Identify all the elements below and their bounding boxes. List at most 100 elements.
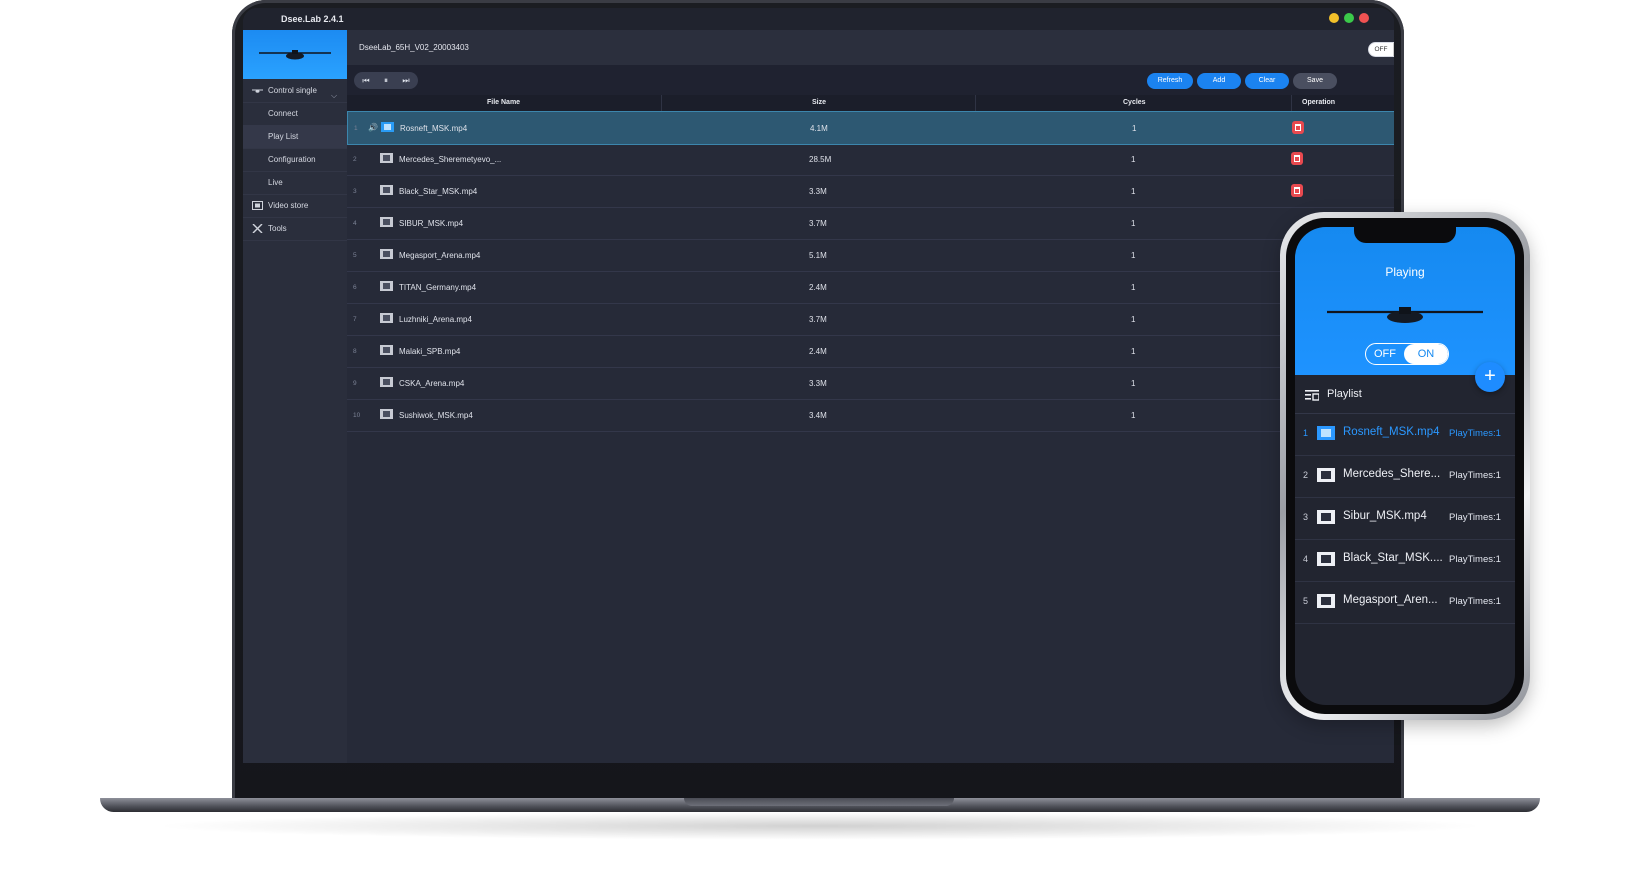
column-divider <box>975 95 976 111</box>
delete-icon[interactable] <box>1291 184 1303 197</box>
table-row[interactable]: 9 CSKA_Arena.mp4 3.3M 1 <box>347 367 1394 400</box>
file-size: 28.5M <box>809 155 832 164</box>
table-row[interactable]: 1 🔊 Rosneft_MSK.mp4 4.1M 1 <box>347 111 1394 145</box>
pause-icon[interactable]: ⏸ <box>380 75 392 86</box>
file-name: Megasport_Arena.mp4 <box>399 251 481 260</box>
table-row[interactable]: 2 Mercedes_Sheremetyevo_... 28.5M 1 <box>347 143 1394 176</box>
row-index: 2 <box>353 156 357 163</box>
toolbar: ⏮ ⏸ ⏭ Refresh Add Clear Save <box>347 65 1394 95</box>
row-index: 8 <box>353 348 357 355</box>
sidebar-item-label: Live <box>268 178 283 187</box>
row-index: 3 <box>353 188 357 195</box>
file-cycles: 1 <box>1131 251 1136 260</box>
file-cycles: 1 <box>1131 283 1136 292</box>
clear-button[interactable]: Clear <box>1245 73 1289 89</box>
close-button[interactable] <box>1359 13 1369 23</box>
video-file-icon <box>380 409 393 419</box>
playlist-title: Playlist <box>1327 388 1362 400</box>
save-button[interactable]: Save <box>1293 73 1337 89</box>
file-size: 3.4M <box>809 411 827 420</box>
file-name: Rosneft_MSK.mp4 <box>400 124 468 133</box>
item-index: 1 <box>1303 428 1309 438</box>
sidebar-item-play-list[interactable]: Play List <box>243 125 347 149</box>
video-file-icon <box>1317 552 1335 566</box>
video-file-icon <box>1317 426 1335 440</box>
table-row[interactable]: 10 Sushiwok_MSK.mp4 3.4M 1 <box>347 399 1394 432</box>
row-index: 5 <box>353 252 357 259</box>
list-item[interactable]: 3 Sibur_MSK.mp4 PlayTimes:1 <box>1295 497 1515 540</box>
file-cycles: 1 <box>1131 315 1136 324</box>
video-file-icon <box>380 217 393 227</box>
list-item[interactable]: 1 Rosneft_MSK.mp4 PlayTimes:1 <box>1295 413 1515 456</box>
item-name: Mercedes_Shere... <box>1343 468 1441 480</box>
list-item[interactable]: 2 Mercedes_Shere... PlayTimes:1 <box>1295 455 1515 498</box>
row-index: 6 <box>353 284 357 291</box>
file-cycles: 1 <box>1131 379 1136 388</box>
title-bar: Dsee.Lab 2.4.1 <box>243 8 1394 30</box>
power-toggle[interactable]: OFF ON <box>1365 343 1449 365</box>
minimize-button[interactable] <box>1329 13 1339 23</box>
phone-notch <box>1354 225 1456 243</box>
item-name: Megasport_Aren... <box>1343 594 1438 606</box>
item-play-times: PlayTimes:1 <box>1449 512 1501 523</box>
file-size: 2.4M <box>809 283 827 292</box>
table-row[interactable]: 4 SIBUR_MSK.mp4 3.7M 1 <box>347 207 1394 240</box>
item-play-times: PlayTimes:1 <box>1449 428 1501 439</box>
file-cycles: 1 <box>1131 155 1136 164</box>
file-size: 3.3M <box>809 187 827 196</box>
sidebar-item-label: Video store <box>268 201 309 210</box>
laptop-hinge-notch <box>684 798 954 806</box>
file-name: Sushiwok_MSK.mp4 <box>399 411 473 420</box>
sidebar-item-live[interactable]: Live <box>243 171 347 195</box>
laptop-shadow <box>150 812 1490 840</box>
table-row[interactable]: 5 Megasport_Arena.mp4 5.1M 1 <box>347 239 1394 272</box>
file-name: Black_Star_MSK.mp4 <box>399 187 478 196</box>
list-item[interactable]: 5 Megasport_Aren... PlayTimes:1 <box>1295 581 1515 624</box>
row-index: 4 <box>353 220 357 227</box>
file-cycles: 1 <box>1131 219 1136 228</box>
sidebar-item-configuration[interactable]: Configuration <box>243 148 347 172</box>
video-file-icon <box>1317 510 1335 524</box>
file-name: Malaki_SPB.mp4 <box>399 347 461 356</box>
delete-icon[interactable] <box>1292 121 1304 134</box>
file-cycles: 1 <box>1131 347 1136 356</box>
sidebar-item-control-single[interactable]: Control single ⌵ <box>243 79 347 103</box>
video-file-icon <box>380 153 393 163</box>
sidebar-item-tools[interactable]: Tools <box>243 217 347 241</box>
table-row[interactable]: 6 TITAN_Germany.mp4 2.4M 1 <box>347 271 1394 304</box>
item-name: Black_Star_MSK.... <box>1343 552 1443 564</box>
file-size: 3.7M <box>809 219 827 228</box>
list-item[interactable]: 4 Black_Star_MSK.... PlayTimes:1 <box>1295 539 1515 582</box>
skip-next-icon[interactable]: ⏭ <box>400 75 412 86</box>
file-cycles: 1 <box>1131 187 1136 196</box>
video-file-icon <box>380 345 393 355</box>
file-name: Luzhniki_Arena.mp4 <box>399 315 472 324</box>
power-toggle[interactable]: OFF ON <box>1368 42 1394 57</box>
column-divider <box>1291 95 1292 111</box>
hologram-fan-icon <box>1327 307 1483 323</box>
table-row[interactable]: 3 Black_Star_MSK.mp4 3.3M 1 <box>347 175 1394 208</box>
maximize-button[interactable] <box>1344 13 1354 23</box>
sidebar-item-label: Connect <box>268 109 298 118</box>
toggle-off-label: OFF <box>1374 348 1396 360</box>
refresh-button[interactable]: Refresh <box>1147 73 1193 89</box>
file-size: 3.7M <box>809 315 827 324</box>
playlist-header: Playlist <box>1295 375 1515 414</box>
file-cycles: 1 <box>1132 124 1137 133</box>
delete-icon[interactable] <box>1291 152 1303 165</box>
skip-previous-icon[interactable]: ⏮ <box>360 75 372 86</box>
video-file-icon <box>380 377 393 387</box>
sidebar-item-video-store[interactable]: Video store <box>243 194 347 218</box>
table-row[interactable]: 8 Malaki_SPB.mp4 2.4M 1 <box>347 335 1394 368</box>
sidebar-device-banner <box>243 30 347 79</box>
sidebar-item-connect[interactable]: Connect <box>243 102 347 126</box>
table-row[interactable]: 7 Luzhniki_Arena.mp4 3.7M 1 <box>347 303 1394 336</box>
column-size: Size <box>812 99 827 106</box>
now-playing-panel: Playing OFF ON <box>1295 227 1515 375</box>
video-file-icon <box>381 122 394 132</box>
sidebar-item-label: Play List <box>268 132 299 141</box>
add-button[interactable]: Add <box>1197 73 1241 89</box>
mobile-app-screen: Playing OFF ON + Playlist 1 Rosneft_MSK.… <box>1295 227 1515 705</box>
item-name: Sibur_MSK.mp4 <box>1343 510 1427 522</box>
film-icon <box>252 201 263 210</box>
